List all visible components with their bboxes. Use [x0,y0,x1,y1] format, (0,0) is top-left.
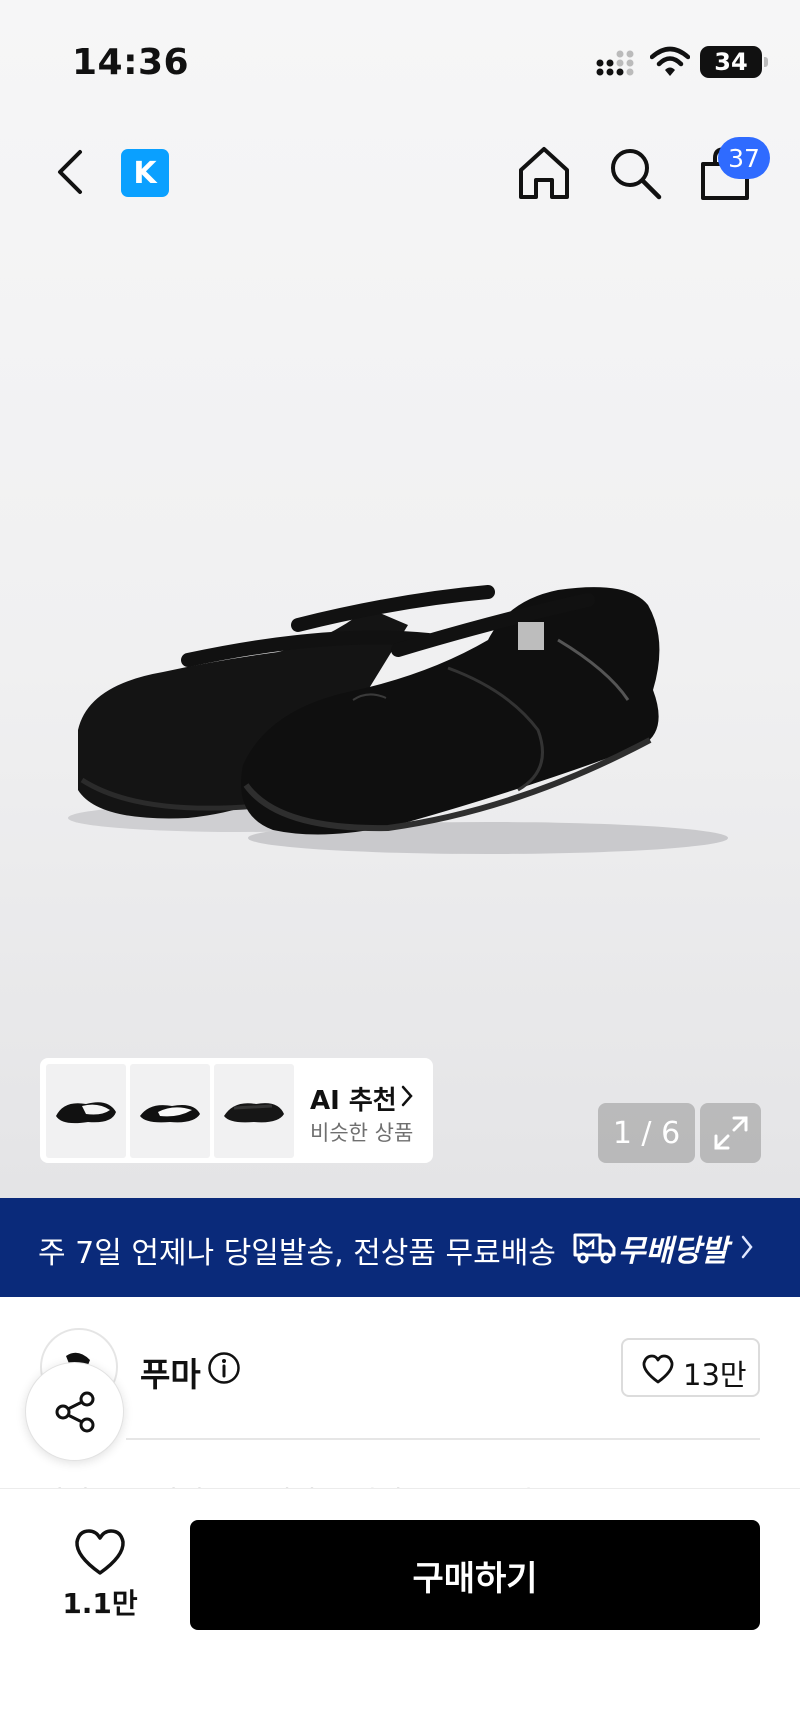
similar-thumbnail[interactable] [214,1064,294,1158]
status-bar: 14:36 34 [0,0,800,120]
chevron-right-icon [401,1085,413,1107]
wishlist-button[interactable]: 1.1만 [60,1528,140,1620]
product-image-area[interactable]: 14:36 34 K 37 AI 추천 비슷한 상품 1 / 6 [0,0,800,1198]
search-icon[interactable] [606,144,664,202]
similar-thumbnail[interactable] [130,1064,210,1158]
brand-name[interactable]: 푸마 [140,1348,201,1396]
heart-icon [75,1529,125,1575]
back-arrow-icon[interactable] [48,144,98,200]
buy-button[interactable]: 구매하기 [190,1520,760,1630]
share-button[interactable] [25,1362,124,1461]
kream-logo[interactable]: K [121,149,169,197]
similar-thumbnail[interactable] [46,1064,126,1158]
status-time: 14:36 [72,42,190,83]
cart-count-badge: 37 [718,137,770,179]
delivery-truck-icon [573,1233,616,1264]
chevron-right-icon [741,1235,753,1259]
heart-icon [642,1354,674,1384]
ai-recommend-card[interactable]: AI 추천 비슷한 상품 [40,1058,433,1163]
product-photo [68,585,728,854]
ai-recommend-title: AI 추천 [310,1086,397,1116]
battery-indicator: 34 [700,46,768,78]
home-icon[interactable] [515,144,573,202]
cellular-signal-icon [596,50,634,76]
image-counter: 1 / 6 [598,1103,695,1163]
brand-like-button[interactable]: 13만 [621,1338,760,1397]
info-icon[interactable] [207,1351,241,1385]
ai-recommend-subtitle: 비슷한 상품 [310,1121,414,1145]
section-divider [126,1438,760,1440]
wishlist-count: 1.1만 [62,1587,138,1620]
expand-icon [714,1116,748,1150]
banner-brand: 무배당발 [618,1234,729,1269]
wifi-icon [650,46,690,76]
shipping-promo-banner[interactable]: 주 7일 언제나 당일발송, 전상품 무료배송 무배당발 [0,1198,800,1297]
share-icon [55,1391,95,1433]
expand-button[interactable] [700,1103,761,1163]
brand-like-count: 13만 [683,1358,747,1392]
banner-text: 주 7일 언제나 당일발송, 전상품 무료배송 [38,1236,556,1271]
